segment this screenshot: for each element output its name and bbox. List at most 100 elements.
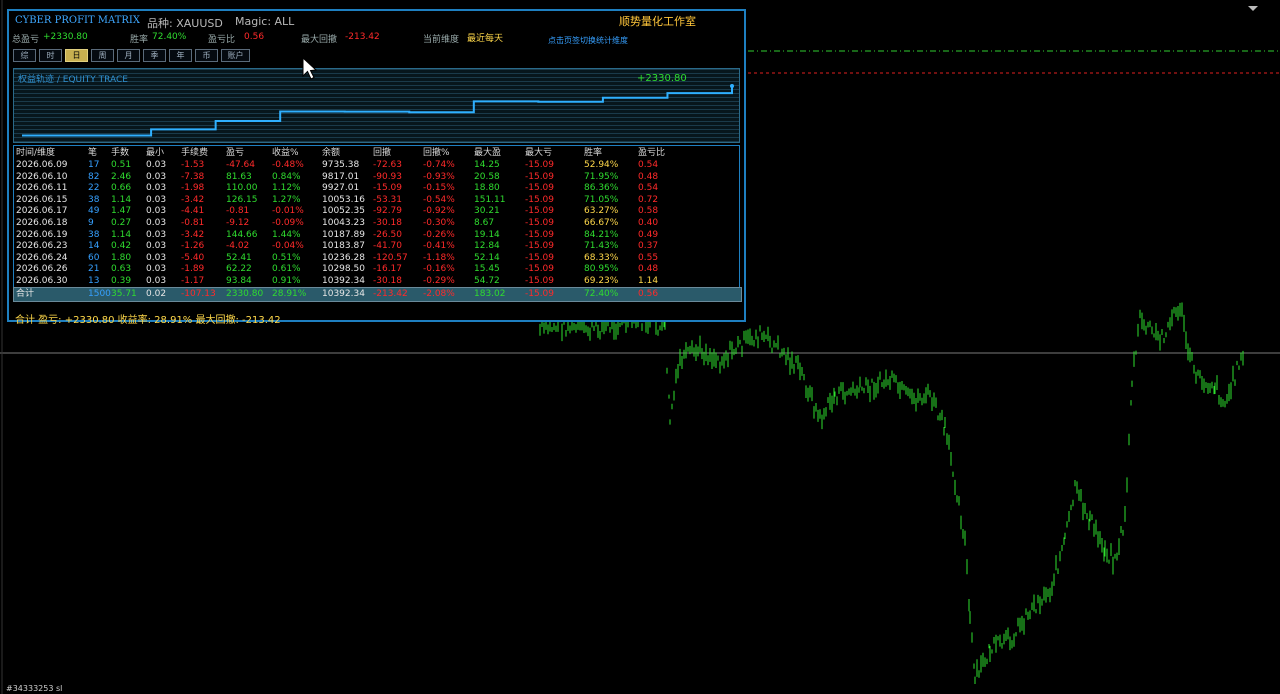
table-cell: -53.31 [373,194,403,205]
tab-7[interactable]: 币 [195,49,218,62]
pl-ratio-label: 盈亏比 [208,35,236,45]
table-cell: -213.42 [373,289,408,299]
table-row: 2026.06.11 22 0.66 0.03 -1.98 110.00 1.12% 9927… [13,183,738,194]
table-cell: -1.26 [181,241,205,252]
table-cell: -15.09 [525,252,555,263]
table-cell: 0.55 [638,252,659,263]
table-cell: -3.42 [181,194,205,205]
table-cell: -15.09 [525,160,555,170]
table-cell: -1.89 [181,264,205,275]
table-cell: -0.81 [181,218,205,228]
table-cell: 1.14 [111,229,132,240]
switch-hint: 点击页签切换统计维度 [548,36,628,45]
tab-8[interactable]: 账户 [221,49,250,62]
table-cell: 9927.01 [322,183,360,194]
table-cell: 10392.34 [322,289,365,299]
tab-5[interactable]: 季 [143,49,166,62]
table-cell: -3.42 [181,229,205,240]
table-cell: -15.09 [525,241,555,252]
table-cell: 183.02 [474,289,506,299]
header-cell: 手续费 [181,148,209,158]
tab-6[interactable]: 年 [169,49,192,62]
table-cell: 93.84 [226,276,252,286]
table-cell: 0.03 [146,276,167,286]
winrate-value: 72.40% [152,32,187,42]
table-cell: 17 [88,160,100,170]
table-cell: 2026.06.10 [16,171,68,182]
table-cell: 82 [88,171,100,182]
total-profit-label: 总盈亏 [12,35,40,45]
table-cell: 0.03 [146,241,167,252]
table-cell: 22 [88,183,100,194]
header-cell: 笔 [88,148,98,158]
table-cell: -1.98 [181,183,205,194]
table-cell: 63.27% [584,206,619,217]
table-cell: -26.50 [373,229,403,240]
table-cell: -92.79 [373,206,403,217]
table-cell: 1.12% [272,183,301,194]
table-cell: 2026.06.11 [16,183,68,194]
table-cell: -5.40 [181,252,205,263]
table-cell: 1.80 [111,252,132,263]
table-cell: -15.09 [525,218,555,228]
table-cell: -4.41 [181,206,205,217]
tab-2[interactable]: 日 [65,49,88,62]
profit-matrix-panel: CYBER PROFIT MATRIX 品种: XAUUSD Magic: AL… [7,9,746,326]
studio-label: 顺势量化工作室 [619,15,696,28]
table-cell: 10392.34 [322,276,365,286]
table-cell: -41.70 [373,241,403,252]
table-cell: 0.03 [146,206,167,217]
table-cell: 81.63 [226,171,252,182]
table-row: 2026.06.09 17 0.51 0.03 -1.53 -47.64 -0.48% 973… [13,160,738,171]
status-bottom-left: #34333253 sl [6,684,62,693]
table-cell: -0.01% [272,206,304,217]
tab-3[interactable]: 周 [91,49,114,62]
table-cell: -15.09 [525,171,555,182]
table-cell: 72.40% [584,289,619,299]
table-cell: 0.84% [272,171,301,182]
tab-1[interactable]: 时 [39,49,62,62]
equity-line [22,86,733,137]
magic-label: Magic: ALL [235,15,295,28]
table-cell: 2026.06.19 [16,229,68,240]
table-cell: 1500 [88,289,111,299]
table-row: 2026.06.26 21 0.63 0.03 -1.89 62.22 0.61% 10298… [13,264,738,275]
table-cell: 10187.89 [322,229,365,240]
table-cell: -0.30% [423,218,455,228]
symbol-label: 品种: XAUUSD [147,17,223,30]
table-cell: 10183.87 [322,241,365,252]
header-cell: 手数 [111,148,130,158]
table-cell: 0.72 [638,194,659,205]
table-cell: -0.29% [423,276,455,286]
table-cell: -0.81 [226,206,250,217]
table-cell: -0.26% [423,229,455,240]
tab-4[interactable]: 月 [117,49,140,62]
table-cell: 21 [88,264,100,275]
summary-footer: 合计 盈亏: +2330.80 收益率: 28.91% 最大回撤: -213.4… [15,315,281,326]
price-candles [539,302,1244,684]
dimension-tabs: 综时日周月季年币账户 [13,49,250,62]
table-cell: 38 [88,194,100,205]
table-cell: 1.47 [111,206,132,217]
table-cell: 0.42 [111,241,132,252]
table-cell: 71.05% [584,194,619,205]
tab-0[interactable]: 综 [13,49,36,62]
table-cell: 0.39 [111,276,132,286]
table-cell: 0.03 [146,229,167,240]
table-cell: 71.95% [584,171,619,182]
table-cell: 20.58 [474,171,500,182]
table-cell: -15.09 [525,289,555,299]
header-cell: 回撤% [423,148,450,158]
table-row: 2026.06.19 38 1.14 0.03 -3.42 144.66 1.44% 1018… [13,230,738,241]
table-cell: -15.09 [525,276,555,286]
table-cell: 35.71 [111,289,137,299]
chart-shift-marker [1248,6,1258,11]
table-cell: 126.15 [226,194,258,205]
table-cell: -7.38 [181,171,205,182]
table-cell: 10043.23 [322,218,365,228]
table-cell: 10052.35 [322,206,365,217]
table-cell: -72.63 [373,160,403,170]
table-cell: -120.57 [373,252,408,263]
table-cell: 18.80 [474,183,500,194]
table-cell: 2026.06.24 [16,252,68,263]
